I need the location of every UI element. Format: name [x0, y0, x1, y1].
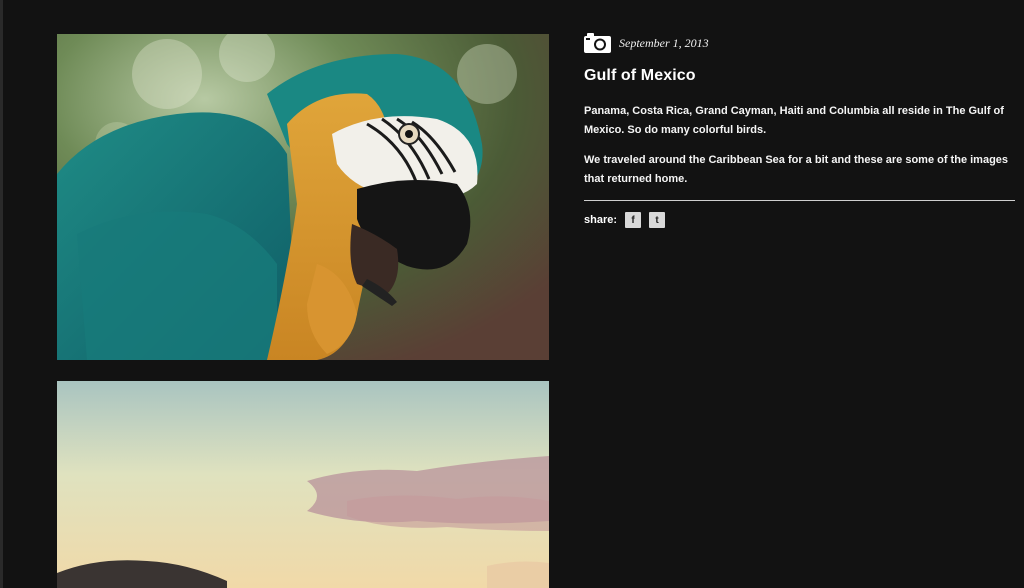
- photo-sunset: [57, 381, 549, 588]
- post-date: September 1, 2013: [619, 35, 709, 50]
- post-title: Gulf of Mexico: [584, 67, 696, 84]
- post-meta: September 1, 2013: [584, 33, 1015, 53]
- post-paragraph-1: Panama, Costa Rica, Grand Cayman, Haiti …: [584, 105, 1004, 136]
- page-left-edge: [0, 0, 3, 588]
- photo-parrot: [57, 34, 549, 360]
- divider: [584, 200, 1015, 201]
- share-bar: share: f t: [584, 211, 1015, 229]
- parrot-illustration: [57, 34, 549, 360]
- share-twitter-button[interactable]: t: [649, 212, 666, 228]
- sunset-illustration: [57, 381, 549, 588]
- camera-icon: [584, 33, 611, 53]
- share-facebook-button[interactable]: f: [625, 212, 642, 228]
- post-paragraph-2: We traveled around the Caribbean Sea for…: [584, 154, 1009, 185]
- share-label: share:: [584, 214, 618, 226]
- post-details: September 1, 2013 Gulf of Mexico Panama,…: [584, 33, 1015, 229]
